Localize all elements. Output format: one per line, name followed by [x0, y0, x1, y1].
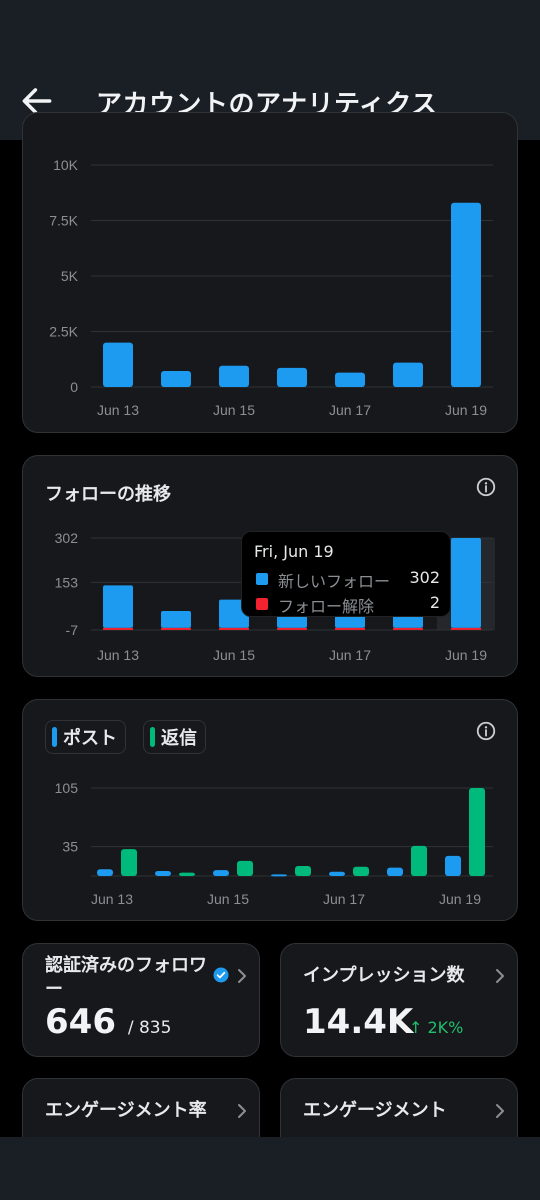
replies-bar [469, 788, 485, 876]
posts-bar [329, 871, 345, 876]
impressions-bar [103, 342, 133, 387]
replies-bar [353, 866, 369, 876]
impressions-bar [161, 371, 191, 387]
y-tick-label: 7.5K [49, 213, 78, 229]
posts-bar [155, 870, 171, 876]
unfollows-bar [219, 627, 249, 630]
posts-bar [387, 867, 403, 876]
chevron-right-icon [238, 969, 246, 983]
x-tick-label: Jun 19 [439, 891, 481, 907]
posts-bar [445, 855, 461, 876]
y-tick-label: 0 [70, 379, 78, 395]
impressions-trend-value: 2K% [427, 1018, 464, 1037]
tooltip-new-value: 302 [409, 568, 440, 587]
impressions-bar [451, 202, 481, 387]
y-tick-label: 5K [61, 268, 79, 284]
trend-up-icon: ↑ [409, 1018, 423, 1037]
posts-bar [271, 874, 287, 877]
impressions-bar [393, 362, 423, 387]
chevron-right-icon [496, 1104, 504, 1118]
tooltip-new-label: 新しいフォロー [278, 572, 391, 591]
verified-followers-value: 646 / 835 [45, 1002, 171, 1042]
new-follows-bar [161, 610, 191, 628]
unfollows-bar [277, 627, 307, 630]
x-tick-label: Jun 15 [213, 647, 255, 663]
impressions-chart: 10K 7.5K 5K 2.5K 0 Jun 13 Jun 15 Jun 17 Jun 19 [49, 157, 493, 418]
x-tick-label: Jun 19 [445, 402, 487, 418]
x-tick-label: Jun 13 [97, 647, 139, 663]
unfollow-swatch [256, 598, 268, 610]
replies-bar [295, 865, 311, 876]
unfollows-bar [451, 627, 481, 630]
impressions-value: 14.4K [303, 1002, 414, 1042]
y-tick-label: 153 [55, 574, 79, 590]
y-tick-label: -7 [66, 622, 79, 638]
follows-chart-card: フォローの推移 302 153 -7 Jun 13 Jun 15 Jun 17 Jun 19… [22, 455, 518, 677]
impressions-bar [219, 365, 249, 387]
posts-chart-card: ポスト 返信 105 35 Jun 13 Jun 15 Jun 17 Jun 19 [22, 699, 518, 921]
engagements-label: エンゲージメント [303, 1100, 447, 1121]
impressions-label: インプレッション数 [303, 965, 465, 986]
x-tick-label: Jun 13 [91, 891, 133, 907]
replies-bar [237, 860, 253, 876]
new-follow-swatch [256, 573, 268, 585]
posts-bar [213, 870, 229, 876]
verified-followers-count: 646 [45, 1002, 116, 1042]
x-tick-label: Jun 17 [323, 891, 365, 907]
impressions-bar [277, 367, 307, 387]
unfollows-bar [161, 627, 191, 630]
x-tick-label: Jun 13 [97, 402, 139, 418]
impressions-chart-card: 10K 7.5K 5K 2.5K 0 Jun 13 Jun 15 Jun 17 Jun 19 [22, 112, 518, 433]
posts-bar [97, 869, 113, 876]
x-tick-label: Jun 15 [213, 402, 255, 418]
tooltip-unfollow-label: フォロー解除 [278, 597, 375, 616]
unfollows-bar [335, 627, 365, 630]
total-followers-count: / 835 [127, 1018, 172, 1038]
verified-followers-label: 認証済みのフォロワー [45, 955, 207, 1000]
replies-bar [411, 845, 427, 876]
tooltip-date: Fri, Jun 19 [254, 542, 334, 561]
y-tick-label: 35 [62, 839, 78, 855]
x-tick-label: Jun 15 [207, 891, 249, 907]
system-navigation-bar [0, 1137, 540, 1200]
y-tick-label: 302 [55, 530, 79, 546]
verified-followers-tile[interactable]: 認証済みのフォロワー 646 / 835 [22, 943, 260, 1057]
engagement-rate-label: エンゲージメント率 [45, 1100, 207, 1121]
x-tick-label: Jun 17 [329, 647, 371, 663]
new-follows-bar [103, 585, 133, 628]
y-tick-label: 10K [53, 157, 79, 173]
x-tick-label: Jun 19 [445, 647, 487, 663]
x-tick-label: Jun 17 [329, 402, 371, 418]
replies-bar [179, 872, 195, 876]
impressions-bar [335, 372, 365, 387]
verified-badge-icon [213, 967, 229, 983]
chart-tooltip: Fri, Jun 19 新しいフォロー 302 フォロー解除 2 [241, 531, 451, 617]
y-tick-label: 2.5K [49, 324, 78, 340]
impressions-tile[interactable]: インプレッション数 14.4K ↑ 2K% [280, 943, 518, 1057]
status-bar [0, 0, 540, 62]
unfollows-bar [393, 627, 423, 630]
impressions-trend: ↑ 2K% [409, 1018, 463, 1037]
replies-bar [121, 849, 137, 876]
y-tick-label: 105 [55, 780, 79, 796]
chevron-right-icon [238, 1104, 246, 1118]
new-follows-bar [451, 538, 481, 628]
unfollows-bar [103, 627, 133, 630]
posts-replies-chart: 105 35 Jun 13 Jun 15 Jun 17 Jun 19 [55, 780, 493, 907]
chevron-right-icon [496, 969, 504, 983]
tooltip-unfollow-value: 2 [429, 593, 440, 612]
